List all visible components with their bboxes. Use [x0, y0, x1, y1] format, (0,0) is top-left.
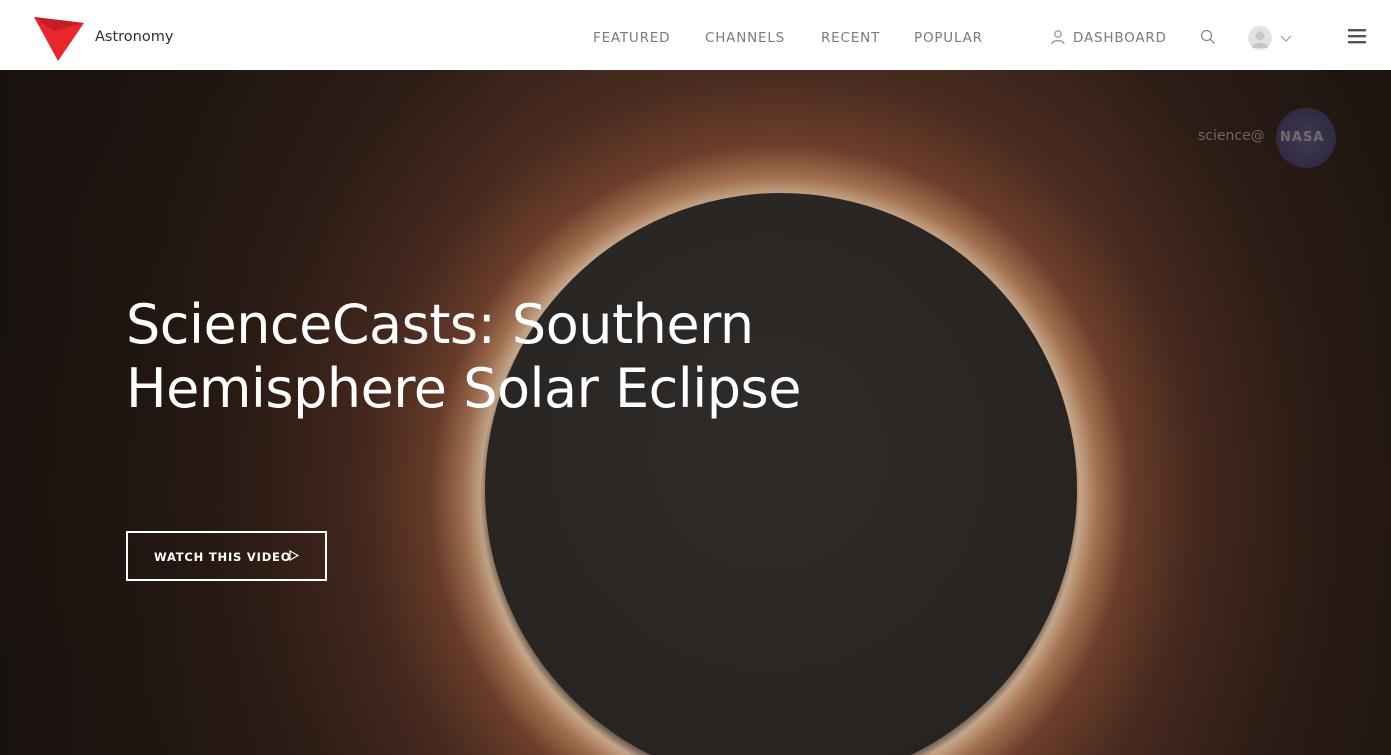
nasa-watermark: science@ NASA — [1196, 106, 1346, 170]
nav-channels[interactable]: CHANNELS — [705, 30, 785, 46]
search-icon[interactable] — [1199, 28, 1217, 46]
watermark-badge: NASA — [1280, 130, 1325, 145]
account-menu[interactable] — [1248, 26, 1294, 50]
hero-title: ScienceCasts: Southern Hemisphere Solar … — [126, 293, 801, 420]
play-icon — [289, 550, 299, 561]
watch-video-button[interactable]: WATCH THIS VIDEO — [126, 531, 327, 581]
watch-video-label: WATCH THIS VIDEO — [154, 550, 292, 564]
chevron-down-icon — [1280, 35, 1292, 42]
hamburger-menu-icon[interactable] — [1347, 27, 1367, 45]
nasa-logo-icon: NASA — [1276, 108, 1336, 168]
user-icon — [1051, 30, 1065, 45]
paper-plane-logo-icon[interactable] — [34, 17, 86, 61]
nav-recent[interactable]: RECENT — [821, 30, 880, 46]
nav-featured[interactable]: FEATURED — [593, 30, 670, 46]
site-header: Astronomy FEATURED CHANNELS RECENT POPUL… — [0, 0, 1391, 70]
nav-popular[interactable]: POPULAR — [914, 30, 983, 46]
brand-name[interactable]: Astronomy — [95, 29, 173, 45]
watermark-prefix: science@ — [1198, 128, 1265, 144]
dashboard-label: DASHBOARD — [1073, 30, 1167, 46]
hero-banner: science@ NASA ScienceCasts: Southern Hem… — [0, 70, 1391, 755]
avatar-icon — [1248, 26, 1272, 50]
